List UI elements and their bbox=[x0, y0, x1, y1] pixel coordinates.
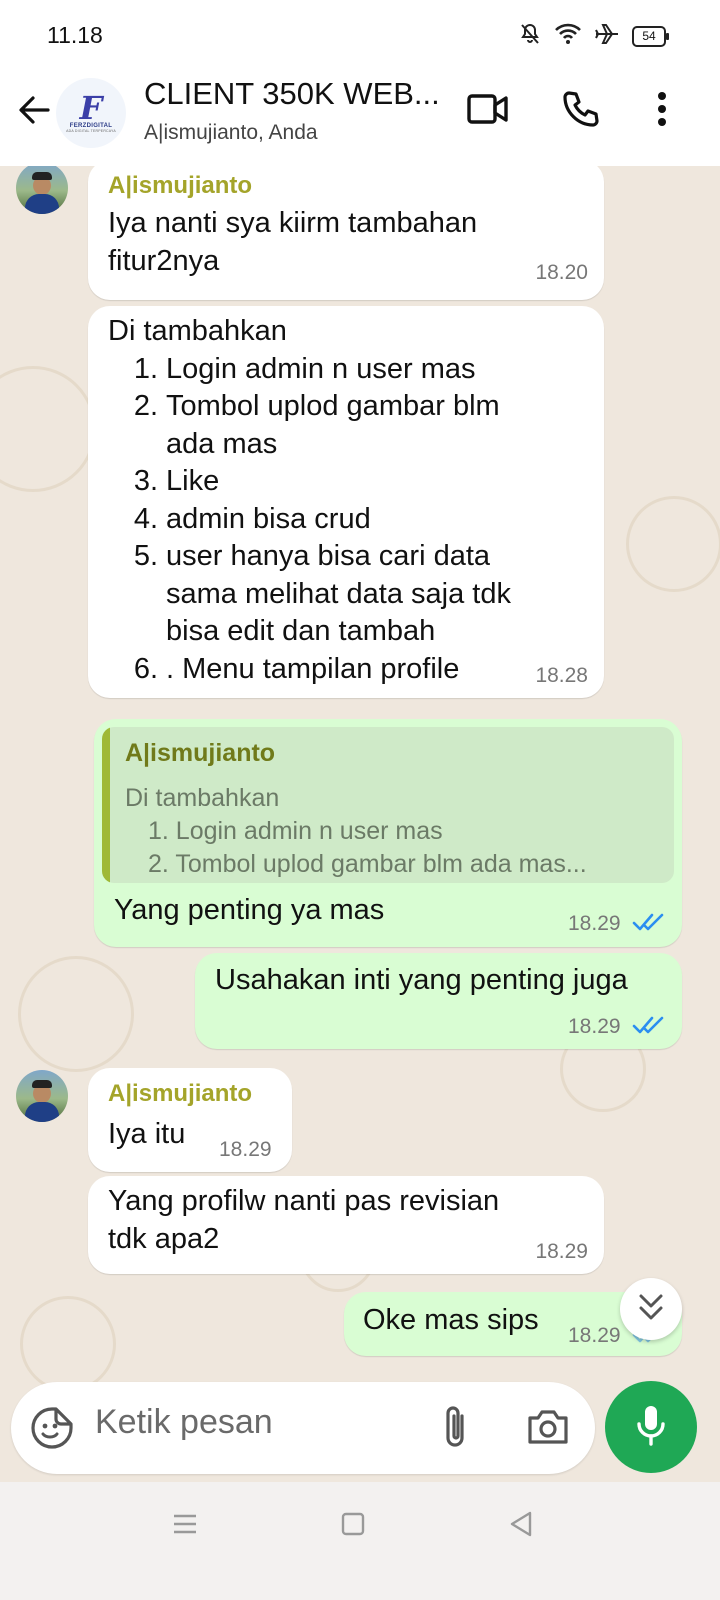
wallpaper-doodle bbox=[0, 366, 96, 492]
wifi-icon bbox=[554, 22, 582, 51]
message-text: Di tambahkan 1. Login admin n user mas 2.… bbox=[108, 313, 588, 688]
message-sender: A|ismujianto bbox=[108, 172, 253, 199]
message-bubble-outgoing[interactable]: Usahakan inti yang penting juga 18.29 bbox=[195, 953, 682, 1049]
chat-participants[interactable]: A|ismujianto, Anda bbox=[144, 121, 318, 145]
message-text: Yang penting ya mas bbox=[114, 894, 385, 926]
voice-record-button[interactable] bbox=[605, 1381, 697, 1473]
logo-tagline: ADA DIGITAL TERPERCAYA bbox=[66, 129, 116, 133]
message-time: 18.29 bbox=[219, 1138, 272, 1161]
sticker-icon bbox=[30, 1407, 74, 1454]
quote-accent-bar bbox=[102, 727, 110, 883]
more-options-icon bbox=[657, 91, 667, 132]
message-time: 18.28 bbox=[535, 664, 588, 687]
read-ticks-icon bbox=[632, 911, 666, 938]
more-options-button[interactable] bbox=[642, 86, 682, 136]
back-nav-icon bbox=[508, 1510, 534, 1543]
read-ticks-icon bbox=[632, 1014, 666, 1041]
quoted-text-line: Di tambahkan bbox=[125, 784, 280, 812]
message-bubble-incoming[interactable]: Yang profilw nanti pas revisian tdk apa2… bbox=[88, 1176, 604, 1274]
list-item: 3. Like bbox=[133, 465, 220, 497]
microphone-icon bbox=[634, 1403, 668, 1452]
wallpaper-doodle bbox=[20, 1296, 116, 1392]
avatar-body bbox=[25, 194, 59, 214]
message-text: Iya itu bbox=[108, 1118, 186, 1150]
mute-icon bbox=[518, 22, 542, 51]
message-time: 18.29 bbox=[535, 1240, 588, 1263]
recents-nav-button[interactable] bbox=[160, 1508, 210, 1544]
wallpaper-doodle bbox=[626, 496, 720, 592]
airplane-icon bbox=[594, 22, 620, 51]
message-text: Usahakan inti yang penting juga bbox=[215, 964, 628, 996]
attach-button[interactable] bbox=[440, 1404, 472, 1455]
message-text: Yang profilw nanti pas revisian tdk apa2 bbox=[108, 1183, 499, 1258]
message-time: 18.29 bbox=[568, 1015, 621, 1038]
list-item: 1. Login admin n user mas bbox=[133, 352, 476, 385]
message-text-line: fitur2nya bbox=[108, 244, 220, 277]
list-item: 6.. Menu tampilan profile bbox=[133, 652, 460, 685]
wallpaper-doodle bbox=[18, 956, 134, 1072]
message-text-line: Iya nanti sya kiirm tambahan bbox=[108, 207, 478, 239]
list-intro: Di tambahkan bbox=[108, 315, 287, 347]
avatar-body bbox=[25, 1102, 59, 1122]
back-button[interactable] bbox=[12, 88, 56, 136]
status-icons: 54 bbox=[518, 22, 669, 51]
message-bubble-outgoing[interactable]: A|ismujianto Di tambahkan 1. Login admin… bbox=[94, 719, 682, 947]
chat-area[interactable]: A|ismujianto Iya nanti sya kiirm tambaha… bbox=[0, 166, 720, 1511]
video-call-icon bbox=[466, 92, 510, 131]
camera-icon bbox=[526, 1410, 570, 1450]
video-call-button[interactable] bbox=[462, 86, 514, 136]
message-text: Oke mas sips bbox=[363, 1304, 539, 1336]
avatar-cap bbox=[32, 172, 52, 180]
avatar-cap bbox=[32, 1080, 52, 1088]
double-chevron-down-icon bbox=[637, 1292, 665, 1327]
list-item: 4. admin bisa crud bbox=[133, 502, 371, 535]
back-nav-button[interactable] bbox=[496, 1508, 546, 1544]
message-bubble-incoming[interactable]: A|ismujianto Iya nanti sya kiirm tambaha… bbox=[88, 166, 604, 300]
quoted-text-line: 2. Tombol uplod gambar blm ada mas... bbox=[148, 850, 587, 878]
sender-avatar[interactable] bbox=[16, 166, 68, 214]
menu-nav-icon bbox=[171, 1512, 199, 1541]
feature-list: 1. Login admin n user mas 2. Tombol uplod … bbox=[108, 351, 588, 689]
message-input[interactable]: Ketik pesan bbox=[95, 1403, 273, 1442]
chat-title[interactable]: CLIENT 350K WEB... bbox=[144, 76, 444, 112]
quoted-text: Di tambahkan 1. Login admin n user mas 2… bbox=[125, 782, 587, 881]
scroll-to-bottom-button[interactable] bbox=[620, 1278, 682, 1340]
message-text-line: Yang profilw nanti pas revisian bbox=[108, 1185, 500, 1217]
message-time: 18.20 bbox=[535, 261, 588, 284]
message-bubble-incoming[interactable]: Di tambahkan 1. Login admin n user mas 2.… bbox=[88, 306, 604, 698]
message-time: 18.29 bbox=[568, 912, 621, 935]
quoted-sender: A|ismujianto bbox=[125, 739, 276, 767]
phone-call-icon bbox=[561, 89, 601, 134]
list-item: 2. Tombol uplod gambar blm ada mas bbox=[133, 390, 500, 460]
message-bubble-incoming[interactable]: A|ismujianto Iya itu 18.29 bbox=[88, 1068, 292, 1172]
battery-icon: 54 bbox=[632, 26, 669, 47]
message-text: Iya nanti sya kiirm tambahan fitur2nya bbox=[108, 205, 477, 280]
group-avatar[interactable]: F FERZDIGITAL ADA DIGITAL TERPERCAYA bbox=[56, 78, 126, 148]
message-text-line: tdk apa2 bbox=[108, 1222, 220, 1255]
quoted-text-line: 1. Login admin n user mas bbox=[148, 817, 443, 845]
home-nav-icon bbox=[340, 1511, 366, 1542]
sender-avatar[interactable] bbox=[16, 1070, 68, 1122]
list-item: 5. user hanya bisa cari data sama melihat … bbox=[133, 540, 511, 647]
home-nav-button[interactable] bbox=[328, 1508, 378, 1544]
sticker-button[interactable] bbox=[30, 1406, 74, 1455]
voice-call-button[interactable] bbox=[556, 86, 606, 136]
logo-letter: F bbox=[79, 89, 103, 127]
camera-button[interactable] bbox=[526, 1406, 570, 1451]
message-time: 18.29 bbox=[568, 1324, 621, 1347]
attachment-icon bbox=[440, 1406, 472, 1454]
quoted-message[interactable]: A|ismujianto Di tambahkan 1. Login admin… bbox=[102, 727, 674, 883]
back-arrow-icon bbox=[17, 93, 51, 132]
message-sender: A|ismujianto bbox=[108, 1080, 253, 1107]
status-time: 11.18 bbox=[47, 22, 103, 48]
